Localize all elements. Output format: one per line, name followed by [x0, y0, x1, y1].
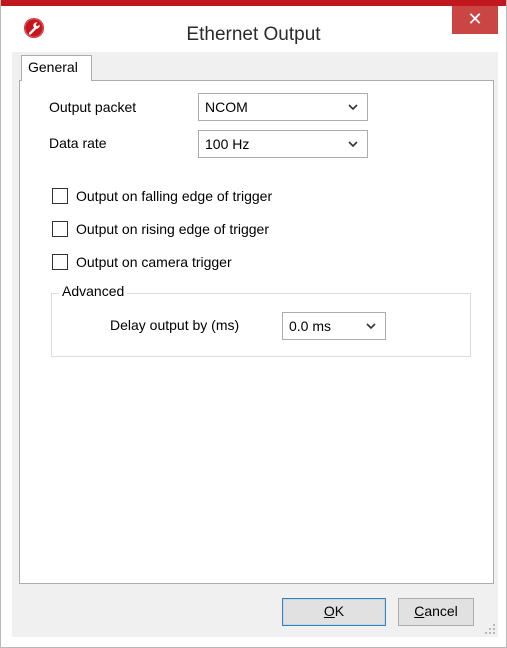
- output-packet-select[interactable]: NCOM: [198, 93, 368, 121]
- advanced-groupbox-title: Advanced: [59, 283, 128, 299]
- camera-trigger-label[interactable]: Output on camera trigger: [76, 254, 232, 270]
- data-rate-value: 100 Hz: [205, 136, 250, 152]
- output-packet-value: NCOM: [205, 99, 248, 115]
- title-bar[interactable]: Ethernet Output ✕: [1, 6, 506, 52]
- rising-edge-label[interactable]: Output on rising edge of trigger: [76, 221, 269, 237]
- ok-button[interactable]: OK: [282, 598, 386, 626]
- ethernet-output-dialog: Ethernet Output ✕ General Output packet …: [0, 0, 507, 648]
- tab-general[interactable]: General: [21, 55, 92, 81]
- data-rate-label: Data rate: [49, 135, 107, 151]
- cancel-button[interactable]: Cancel: [398, 598, 474, 626]
- ok-label-rest: K: [334, 603, 345, 619]
- close-icon: ✕: [467, 9, 483, 30]
- output-packet-label: Output packet: [49, 99, 137, 115]
- chevron-down-icon: [348, 104, 358, 111]
- advanced-groupbox: Advanced Delay output by (ms) 0.0 ms: [51, 283, 471, 357]
- camera-trigger-checkbox[interactable]: [52, 254, 68, 270]
- ok-mnemonic: O: [323, 603, 335, 619]
- close-button[interactable]: ✕: [452, 6, 498, 34]
- falling-edge-label[interactable]: Output on falling edge of trigger: [76, 188, 272, 204]
- delay-output-value: 0.0 ms: [289, 318, 332, 334]
- dialog-client-area: General Output packet NCOM Data rate 100…: [12, 52, 498, 637]
- chevron-down-icon: [366, 323, 376, 330]
- window-title: Ethernet Output: [186, 24, 321, 45]
- data-rate-select[interactable]: 100 Hz: [198, 130, 368, 158]
- cancel-label-rest: ancel: [424, 603, 458, 619]
- chevron-down-icon: [348, 141, 358, 148]
- delay-output-label: Delay output by (ms): [110, 317, 240, 333]
- resize-grip-icon[interactable]: [484, 623, 496, 635]
- delay-output-select[interactable]: 0.0 ms: [282, 312, 386, 340]
- cancel-mnemonic: C: [414, 603, 425, 619]
- rising-edge-checkbox[interactable]: [52, 221, 68, 237]
- general-tab-panel: Output packet NCOM Data rate 100 Hz Outp…: [19, 80, 494, 584]
- falling-edge-checkbox[interactable]: [52, 188, 68, 204]
